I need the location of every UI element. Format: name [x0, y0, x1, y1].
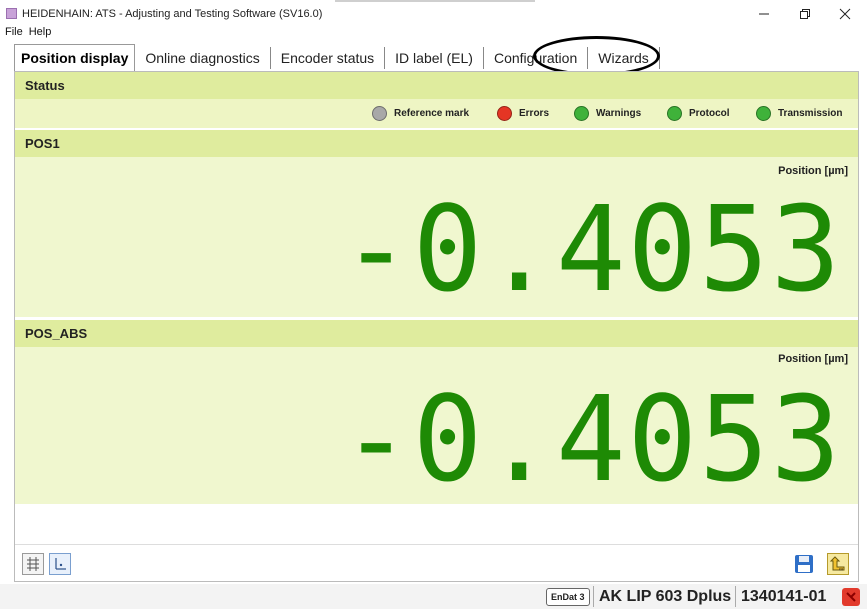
export-icon[interactable]: ∞: [827, 553, 849, 575]
tab-id-label[interactable]: ID label (EL): [385, 47, 484, 69]
pos1-header: POS1: [15, 130, 858, 157]
axis-icon[interactable]: [49, 553, 71, 575]
transmission-led-icon: [756, 106, 771, 121]
pos1-value: -0.4053: [340, 180, 842, 318]
status-indicators: Reference mark Errors Warnings Protocol …: [15, 99, 858, 128]
svg-text:∞: ∞: [839, 567, 843, 573]
separator: [735, 586, 736, 607]
title-bar: HEIDENHAIN: ATS - Adjusting and Testing …: [0, 0, 867, 26]
indicator-warnings: Warnings: [574, 105, 641, 122]
pos-abs-panel: Position [µm] -0.4053: [15, 347, 858, 504]
tab-configuration[interactable]: Configuration: [484, 47, 589, 69]
tab-online-diagnostics[interactable]: Online diagnostics: [135, 47, 271, 69]
main-panel: Status Reference mark Errors Warnings Pr…: [14, 71, 859, 582]
menu-file[interactable]: File: [5, 26, 23, 42]
pos-abs-unit: Position [µm]: [778, 353, 848, 365]
interface-badge: EnDat 3: [546, 588, 590, 606]
status-header: Status: [15, 72, 858, 99]
menu-help[interactable]: Help: [29, 26, 52, 42]
grid-icon[interactable]: [22, 553, 44, 575]
minimize-icon[interactable]: [752, 4, 776, 24]
indicator-label: Protocol: [689, 108, 730, 119]
indicator-label: Reference mark: [394, 108, 470, 119]
indicator-transmission: Transmission: [756, 105, 842, 122]
protocol-led-icon: [667, 106, 682, 121]
reference-mark-led-icon: [372, 106, 387, 121]
indicator-label: Warnings: [596, 108, 642, 119]
indicator-label: Transmission: [778, 108, 843, 119]
tab-position-display[interactable]: Position display: [14, 44, 136, 71]
indicator-protocol: Protocol: [667, 105, 730, 122]
menu-bar: File Help: [0, 26, 51, 42]
encoder-model: AK LIP 603 Dplus: [599, 588, 732, 605]
close-icon[interactable]: [833, 4, 857, 24]
app-window: HEIDENHAIN: ATS - Adjusting and Testing …: [0, 0, 867, 609]
window-title: HEIDENHAIN: ATS - Adjusting and Testing …: [22, 8, 323, 20]
tab-bar: Position display Online diagnostics Enco…: [14, 44, 660, 71]
empty-area: [15, 504, 858, 544]
pos1-panel: Position [µm] -0.4053: [15, 157, 858, 317]
indicator-errors: Errors: [497, 105, 549, 122]
errors-led-icon: [497, 106, 512, 121]
tab-encoder-status[interactable]: Encoder status: [271, 47, 386, 69]
warnings-led-icon: [574, 106, 589, 121]
pos-abs-value: -0.4053: [340, 370, 842, 508]
bottom-toolbar: ∞: [15, 544, 858, 581]
pos-abs-header: POS_ABS: [15, 320, 858, 347]
separator: [593, 586, 594, 607]
title-decoration: [335, 0, 535, 2]
indicator-label: Errors: [519, 108, 550, 119]
save-icon[interactable]: [793, 553, 815, 575]
pos1-unit: Position [µm]: [778, 165, 848, 177]
status-bar: EnDat 3 AK LIP 603 Dplus 1340141-01: [0, 584, 867, 609]
indicator-reference-mark: Reference mark: [372, 105, 469, 122]
connection-status-icon[interactable]: [842, 588, 860, 606]
encoder-serial: 1340141-01: [741, 588, 827, 605]
restore-icon[interactable]: [793, 4, 817, 24]
tab-wizards[interactable]: Wizards: [588, 47, 660, 69]
app-icon: [6, 8, 17, 19]
